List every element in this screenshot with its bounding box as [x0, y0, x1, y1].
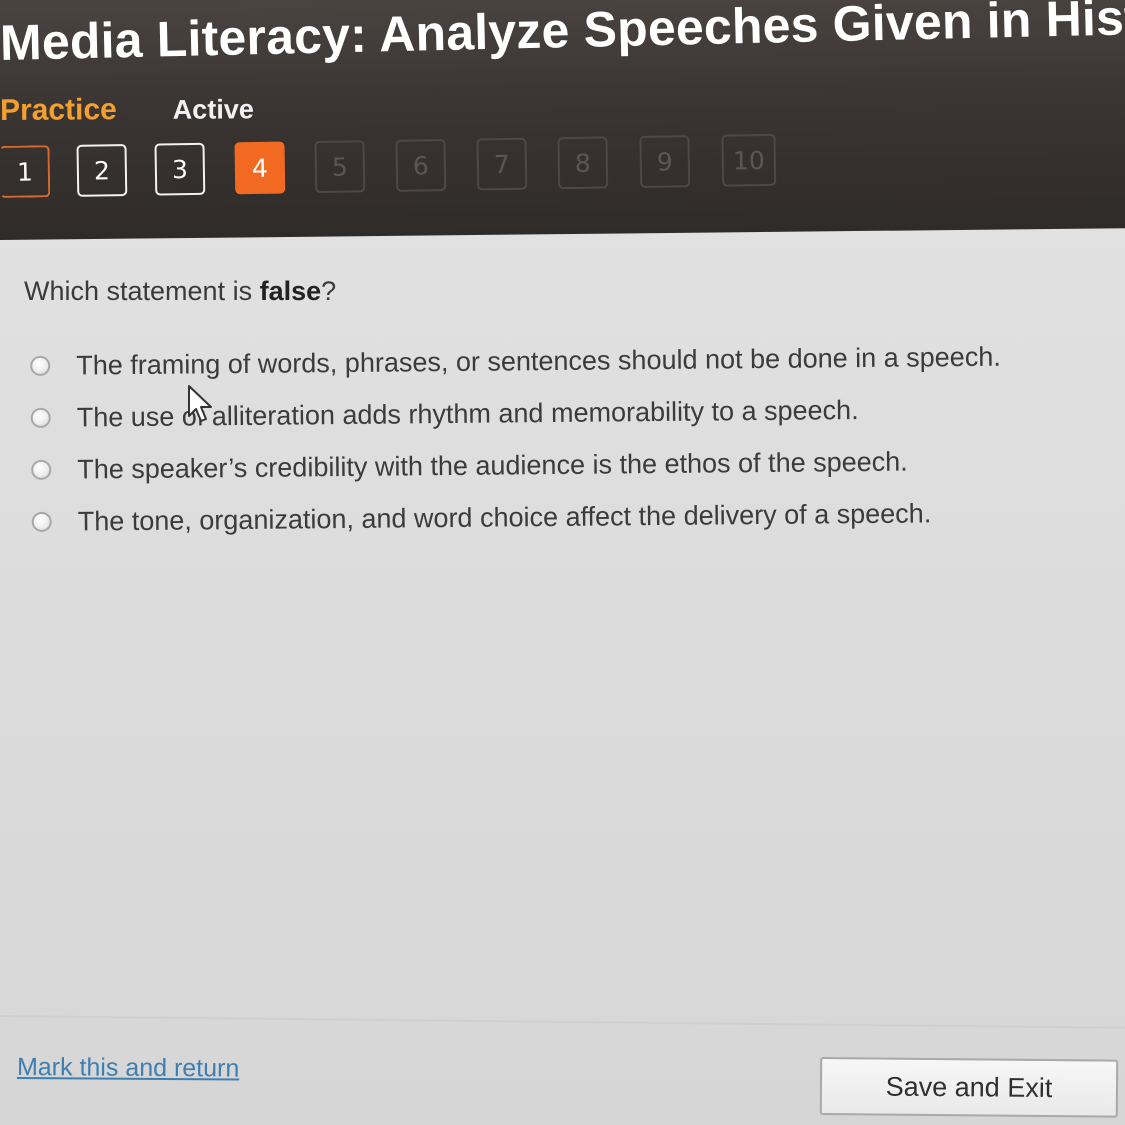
tab-practice[interactable]: Practice [0, 93, 117, 128]
assessment-page: Media Literacy: Analyze Speeches Given i… [0, 0, 1125, 1125]
answer-text-1[interactable]: The framing of words, phrases, or senten… [76, 341, 1001, 381]
mark-and-return-link[interactable]: Mark this and return [17, 1053, 240, 1084]
answer-text-4[interactable]: The tone, organization, and word choice … [78, 498, 932, 537]
question-button-10: 10 [721, 133, 777, 187]
answer-options: The framing of words, phrases, or senten… [30, 330, 1112, 548]
radio-button-3[interactable] [31, 459, 52, 480]
question-emphasis: false [259, 276, 322, 306]
question-button-7: 7 [476, 137, 528, 191]
question-navigator: 1 2 3 4 5 6 7 8 9 10 [0, 133, 800, 210]
question-button-2[interactable]: 2 [76, 144, 128, 197]
question-prompt: Which statement is false? [24, 276, 336, 307]
question-prefix: Which statement is [24, 276, 260, 306]
radio-button-2[interactable] [30, 407, 51, 428]
save-and-exit-button[interactable]: Save and Exit [819, 1057, 1119, 1118]
radio-button-4[interactable] [31, 511, 52, 532]
question-button-9: 9 [639, 135, 691, 188]
footer-divider [0, 1015, 1125, 1029]
question-button-8: 8 [557, 136, 609, 190]
question-button-1[interactable]: 1 [0, 145, 51, 198]
radio-button-1[interactable] [30, 355, 51, 376]
question-button-6: 6 [395, 138, 447, 192]
question-button-5: 5 [314, 140, 366, 194]
mouse-pointer-icon [188, 385, 212, 422]
question-suffix: ? [321, 276, 337, 306]
question-button-4[interactable]: 4 [234, 141, 286, 195]
answer-text-3[interactable]: The speaker’s credibility with the audie… [77, 446, 908, 485]
tab-active[interactable]: Active [173, 94, 254, 126]
question-button-3[interactable]: 3 [154, 142, 206, 196]
answer-option-4[interactable]: The tone, organization, and word choice … [31, 486, 1111, 548]
mode-tabs: Practice Active [0, 92, 254, 128]
